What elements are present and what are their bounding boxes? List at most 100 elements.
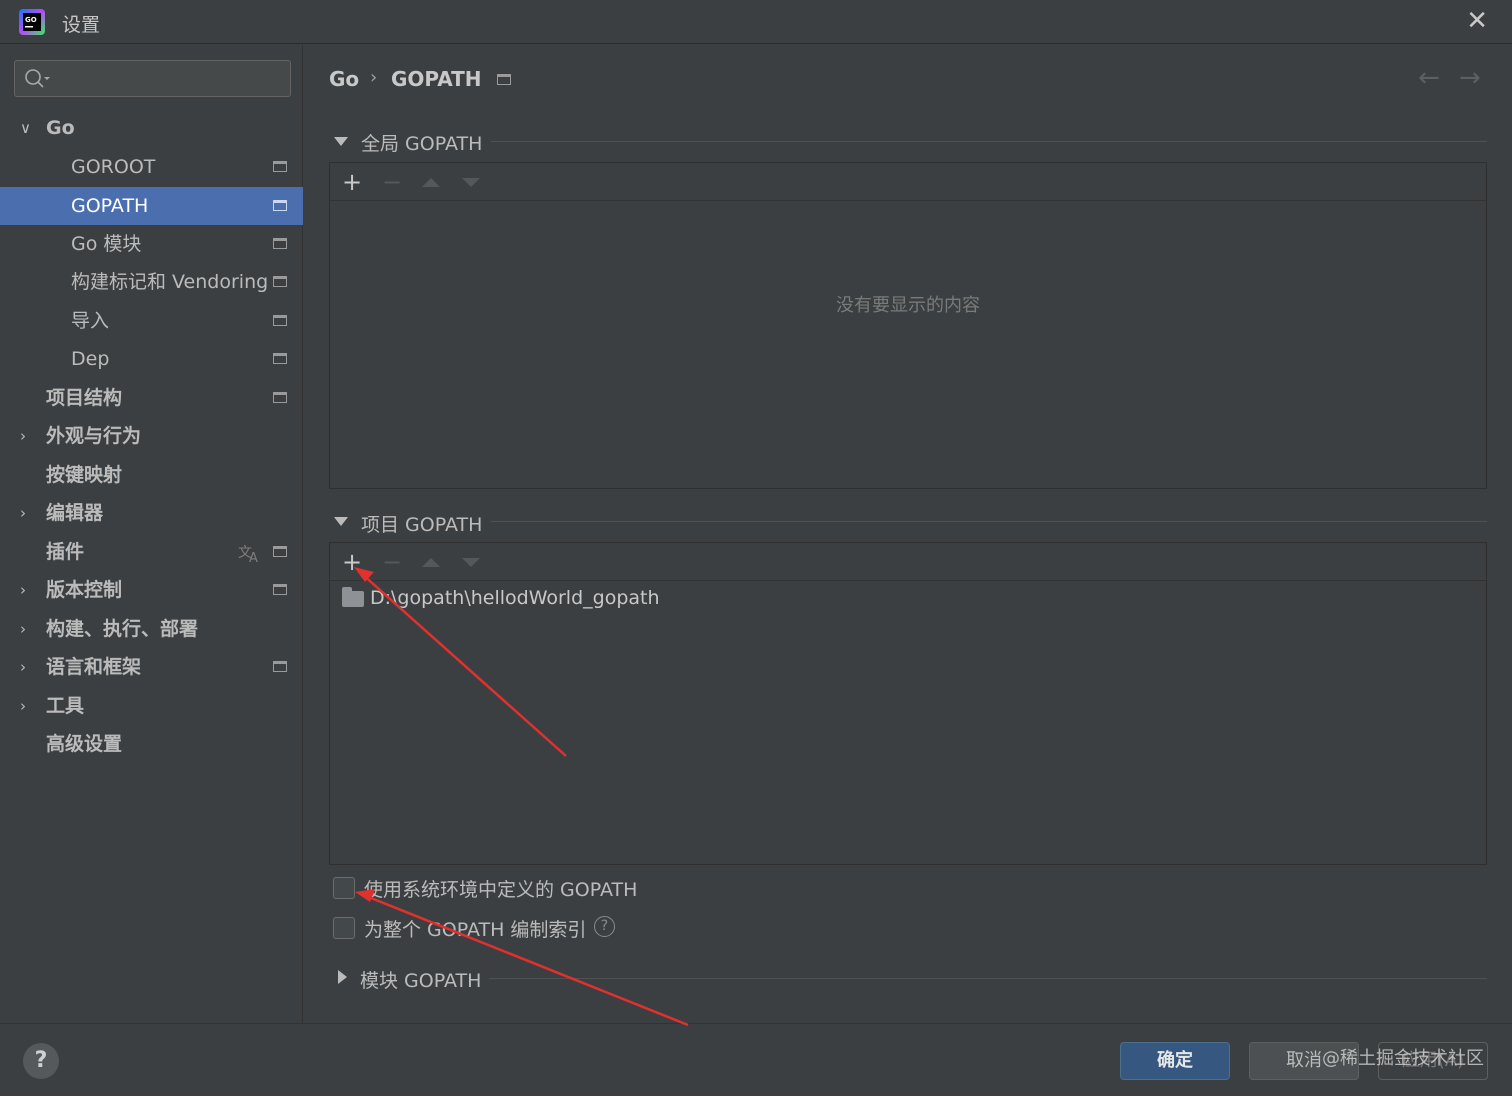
sidebar-item-label: 工具 (46, 695, 85, 717)
sidebar-item-label: 编辑器 (46, 502, 104, 524)
search-icon (25, 69, 50, 88)
breadcrumb-parent[interactable]: Go (329, 67, 359, 91)
chevron-right-icon: › (20, 697, 26, 715)
sidebar-item-label: 构建标记和 Vendoring (71, 271, 269, 293)
project-scope-icon (273, 661, 287, 672)
chevron-down-icon: ∨ (20, 119, 31, 137)
translate-icon: 文 A (238, 545, 258, 566)
sidebar-item-tools[interactable]: › 工具 (0, 687, 303, 725)
expand-triangle-icon[interactable] (338, 970, 347, 984)
add-icon[interactable]: + (342, 547, 362, 577)
project-scope-icon (273, 200, 287, 211)
project-scope-icon (273, 392, 287, 403)
help-icon[interactable]: ? (594, 916, 615, 937)
sidebar-item-label: 项目结构 (46, 387, 123, 409)
settings-main-panel: Go › GOPATH ← → 全局 GOPATH + − 没有要显示的内容 项… (304, 45, 1512, 1023)
chevron-right-icon: › (20, 581, 26, 599)
section-title-project-gopath: 项目 GOPATH (361, 514, 483, 536)
breadcrumb-separator: › (370, 67, 378, 88)
settings-sidebar: ∨ Go GOROOT GOPATH Go 模块 构建标记和 Vendoring… (0, 45, 303, 1023)
sidebar-item-keymap[interactable]: 按键映射 (0, 456, 303, 494)
ok-button[interactable]: 确定 (1120, 1042, 1230, 1080)
back-arrow-icon[interactable]: ← (1418, 63, 1440, 93)
sidebar-item-vcs[interactable]: › 版本控制 (0, 571, 303, 609)
move-up-icon[interactable] (422, 178, 440, 187)
sidebar-item-plugins[interactable]: 插件 文 A (0, 533, 303, 571)
chevron-right-icon: › (20, 658, 26, 676)
project-scope-icon (273, 353, 287, 364)
folder-icon (342, 587, 364, 607)
sidebar-item-go[interactable]: ∨ Go (0, 109, 303, 147)
sidebar-item-label: 构建、执行、部署 (46, 618, 199, 640)
list-toolbar: + − (330, 163, 1486, 201)
sidebar-item-editor[interactable]: › 编辑器 (0, 494, 303, 532)
sidebar-item-label: 版本控制 (46, 579, 123, 601)
remove-icon[interactable]: − (382, 547, 402, 577)
project-scope-icon (273, 161, 287, 172)
sidebar-item-label: 高级设置 (46, 733, 123, 755)
dialog-footer: ? 确定 取消 应用(A) @稀土掘金技术社区 (0, 1023, 1512, 1096)
sidebar-item-label: GOROOT (71, 156, 156, 178)
help-button[interactable]: ? (23, 1043, 59, 1079)
forward-arrow-icon[interactable]: → (1459, 63, 1481, 93)
checkbox[interactable] (333, 877, 355, 899)
chevron-right-icon: › (20, 620, 26, 638)
add-icon[interactable]: + (342, 167, 362, 197)
separator (491, 521, 1487, 522)
sidebar-item-appearance[interactable]: › 外观与行为 (0, 417, 303, 455)
move-down-icon[interactable] (462, 558, 480, 567)
checkbox-label: 使用系统环境中定义的 GOPATH (364, 879, 638, 901)
sidebar-item-label: 导入 (71, 310, 110, 332)
gopath-entry: D:\gopath\hellodWorld_gopath (370, 587, 660, 609)
section-title-global-gopath: 全局 GOPATH (361, 133, 483, 155)
sidebar-item-go-modules[interactable]: Go 模块 (0, 225, 303, 263)
sidebar-item-label: Dep (71, 348, 110, 370)
close-icon[interactable]: ✕ (1466, 8, 1488, 34)
watermark: @稀土掘金技术社区 (1322, 1048, 1484, 1069)
chevron-right-icon: › (20, 427, 26, 445)
window-title: 设置 (62, 14, 101, 36)
project-scope-icon (273, 315, 287, 326)
search-input[interactable] (14, 60, 291, 97)
sidebar-item-label: 语言和框架 (46, 656, 142, 678)
collapse-triangle-icon[interactable] (334, 137, 348, 146)
sidebar-item-dep[interactable]: Dep (0, 340, 303, 378)
project-gopath-list[interactable]: + − D:\gopath\hellodWorld_gopath (329, 542, 1487, 865)
collapse-triangle-icon[interactable] (334, 517, 348, 526)
move-up-icon[interactable] (422, 558, 440, 567)
empty-state-text: 没有要显示的内容 (836, 295, 980, 316)
sidebar-item-gopath[interactable]: GOPATH (0, 187, 303, 225)
sidebar-item-label: 插件 (46, 541, 85, 563)
svg-text:GO: GO (25, 16, 37, 24)
sidebar-item-label: 按键映射 (46, 464, 123, 486)
sidebar-item-imports[interactable]: 导入 (0, 302, 303, 340)
move-down-icon[interactable] (462, 178, 480, 187)
sidebar-item-goroot[interactable]: GOROOT (0, 148, 303, 186)
checkbox-label: 为整个 GOPATH 编制索引 (364, 919, 587, 941)
remove-icon[interactable]: − (382, 167, 402, 197)
sidebar-item-build-execution[interactable]: › 构建、执行、部署 (0, 610, 303, 648)
section-title-module-gopath: 模块 GOPATH (360, 970, 482, 992)
global-gopath-list[interactable]: + − 没有要显示的内容 (329, 162, 1487, 489)
sidebar-item-label: Go 模块 (71, 233, 142, 255)
separator (491, 141, 1487, 142)
title-bar: GO 设置 ✕ (0, 0, 1512, 44)
project-scope-icon (273, 238, 287, 249)
sidebar-item-project-structure[interactable]: 项目结构 (0, 379, 303, 417)
svg-text:A: A (249, 551, 258, 566)
sidebar-item-label: Go (46, 117, 75, 139)
list-toolbar: + − (330, 543, 1486, 581)
sidebar-item-advanced[interactable]: 高级设置 (0, 725, 303, 763)
sidebar-item-languages[interactable]: › 语言和框架 (0, 648, 303, 686)
sidebar-item-build-tags[interactable]: 构建标记和 Vendoring (0, 263, 303, 301)
goland-logo-icon: GO (19, 9, 45, 35)
separator (489, 978, 1487, 979)
project-scope-icon (273, 276, 287, 287)
project-scope-icon (273, 546, 287, 557)
sidebar-item-label: GOPATH (71, 195, 149, 217)
sidebar-item-label: 外观与行为 (46, 425, 142, 447)
chevron-right-icon: › (20, 504, 26, 522)
checkbox[interactable] (333, 917, 355, 939)
breadcrumb-current: GOPATH (391, 67, 482, 91)
project-scope-icon (273, 584, 287, 595)
